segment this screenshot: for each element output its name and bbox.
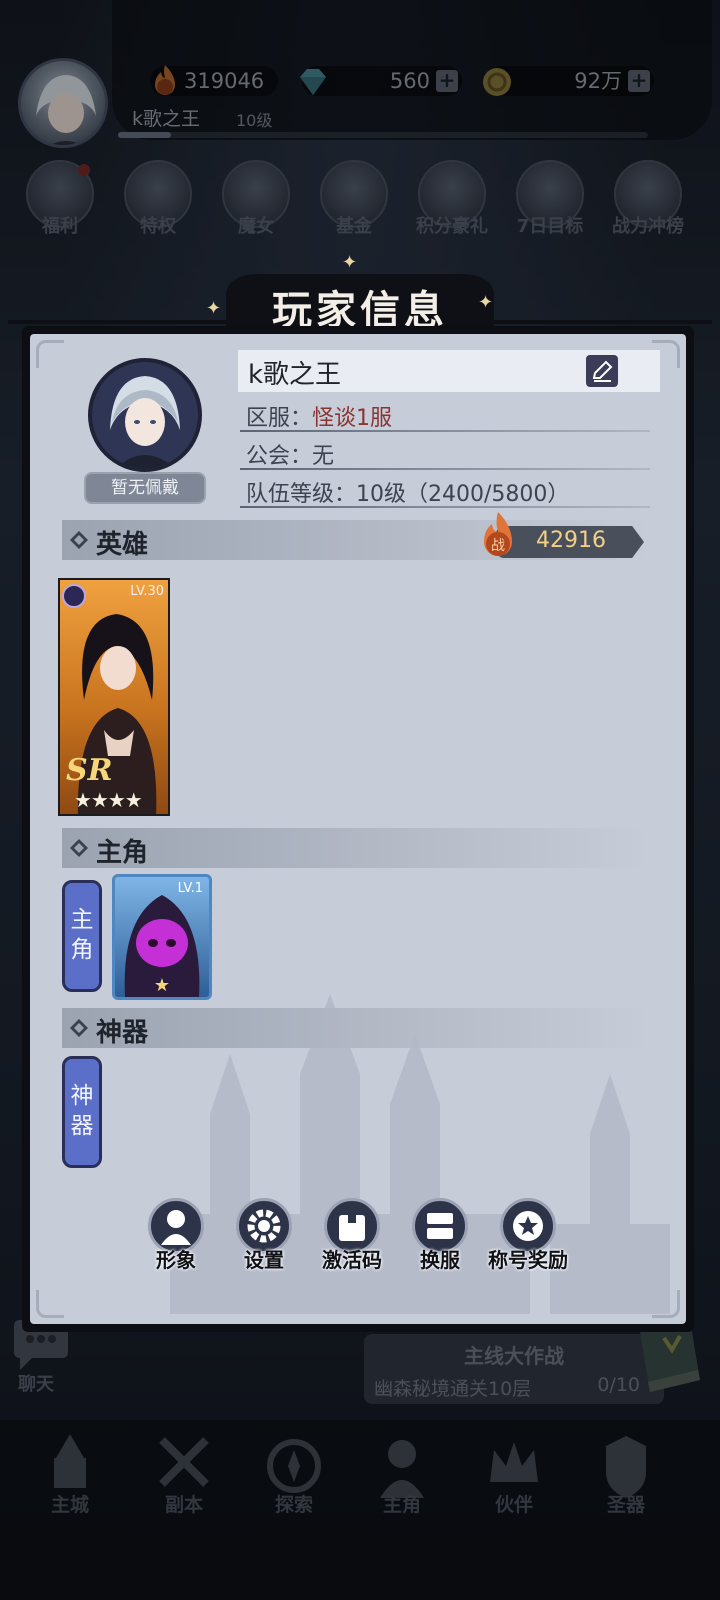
guild-row: 公会：无 <box>246 444 335 469</box>
svg-text:战: 战 <box>491 538 505 554</box>
divider <box>240 506 650 508</box>
divider <box>240 430 650 432</box>
button-label: 形象 <box>156 1248 196 1272</box>
section-title: 英雄 <box>96 530 149 560</box>
team-level-row: 队伍等级：10级（2400/5800） <box>246 482 570 507</box>
button-label: 设置 <box>244 1248 284 1272</box>
title-reward-button[interactable]: 称号奖励 <box>484 1198 572 1278</box>
sparkle-icon: ✦ <box>342 252 358 273</box>
player-name-value: k歌之王 <box>248 360 342 390</box>
button-label: 激活码 <box>322 1248 382 1272</box>
section-title: 主角 <box>96 838 149 868</box>
diamond-bullet-icon <box>70 1019 88 1037</box>
section-title: 神器 <box>96 1018 149 1048</box>
lead-stars: ★ <box>154 975 170 996</box>
power-flame-icon: 战 <box>484 512 512 556</box>
section-artifact: 神器 <box>62 1008 652 1048</box>
button-label: 称号奖励 <box>488 1248 568 1272</box>
hero-power-badge: 战 42916 <box>478 512 644 558</box>
hero-stars: ★★★★ <box>74 788 143 812</box>
tag-char: 主 <box>70 907 94 933</box>
corner-ornament <box>36 1290 64 1318</box>
edit-name-button[interactable] <box>586 355 618 387</box>
button-label: 换服 <box>420 1248 460 1272</box>
diamond-bullet-icon <box>70 839 88 857</box>
hero-rarity: SR <box>66 753 113 788</box>
hero-card[interactable]: LV.30 SR ★★★★ <box>58 578 170 816</box>
lead-tag: 主 角 <box>62 880 102 992</box>
section-lead: 主角 <box>62 828 652 868</box>
server-value: 怪谈1服 <box>312 406 393 431</box>
divider <box>240 468 650 470</box>
title-badge-button[interactable]: 暂无佩戴 <box>84 472 206 504</box>
sparkle-icon: ✦ <box>206 298 222 319</box>
pencil-icon <box>592 360 613 382</box>
server-row: 区服：怪谈1服 <box>246 400 392 432</box>
activation-code-button[interactable]: 激活码 <box>308 1198 396 1278</box>
appearance-button[interactable]: 形象 <box>132 1198 220 1278</box>
hero-power-value: 42916 <box>536 528 606 553</box>
artifact-tag: 神 器 <box>62 1056 102 1168</box>
switch-server-button[interactable]: 换服 <box>396 1198 484 1278</box>
server-label: 区服： <box>246 406 313 431</box>
name-field: k歌之王 <box>238 350 660 392</box>
tag-char: 神 <box>70 1083 94 1109</box>
header-line-right <box>482 320 712 324</box>
lead-character-card[interactable]: ★ LV.1 <box>112 874 212 1000</box>
hero-level: LV.30 <box>130 584 164 599</box>
header-line-left <box>8 320 238 324</box>
player-info-dialog: 暂无佩戴 k歌之王 区服：怪谈1服 公会：无 队伍等级：10级（2400/580… <box>30 334 686 1324</box>
profile-avatar[interactable] <box>88 358 202 472</box>
settings-button[interactable]: 设置 <box>220 1198 308 1278</box>
diamond-bullet-icon <box>70 531 88 549</box>
tag-char: 器 <box>70 1113 94 1139</box>
lead-level: LV.1 <box>177 881 203 896</box>
tag-char: 角 <box>70 937 94 963</box>
corner-ornament <box>36 340 64 368</box>
